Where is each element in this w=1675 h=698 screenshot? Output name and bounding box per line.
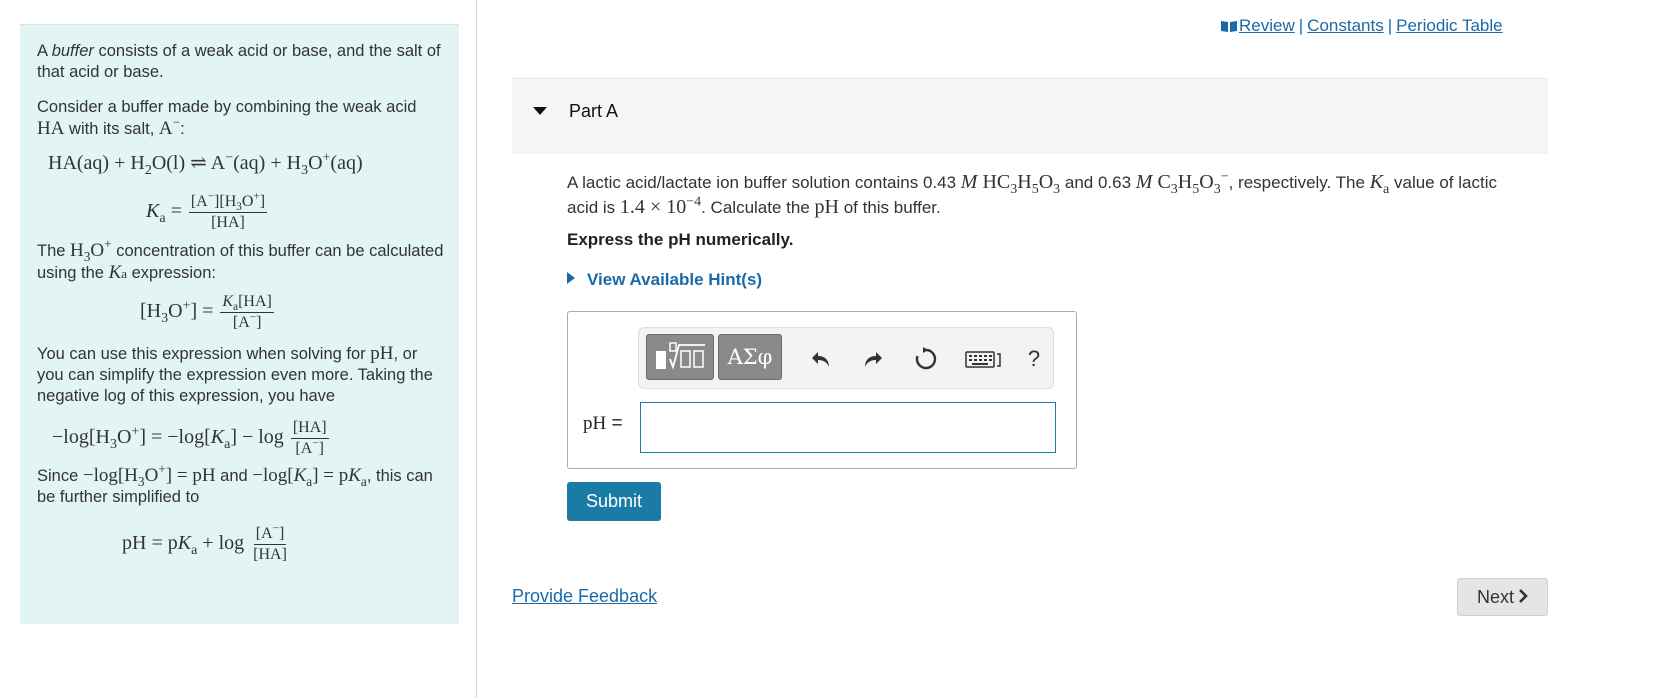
- intro-paragraph-1: A buffer consists of a weak acid or base…: [37, 41, 447, 83]
- ka-equation: Ka = [A−][H3O+] [HA]: [146, 190, 268, 231]
- intro-text: Since: [37, 467, 83, 485]
- panel-divider: [476, 0, 477, 698]
- provide-feedback-link[interactable]: Provide Feedback: [512, 586, 657, 607]
- link-separator: |: [1298, 16, 1304, 35]
- part-header[interactable]: Part A: [512, 78, 1548, 154]
- part-title: Part A: [569, 101, 619, 121]
- review-link[interactable]: Review: [1239, 16, 1295, 35]
- intro-paragraph-2: Consider a buffer made by combining the …: [37, 98, 417, 139]
- instruction-text: Express the pH numerically.: [567, 230, 794, 249]
- intro-text: and: [215, 467, 253, 485]
- symbols-button[interactable]: ΑΣφ: [718, 334, 782, 380]
- question-text-fragment: and 0.63: [1060, 173, 1136, 192]
- reset-icon[interactable]: [913, 346, 939, 372]
- intro-paragraph-3: The H3O+ concentration of this buffer ca…: [37, 236, 444, 283]
- templates-button[interactable]: [646, 334, 714, 380]
- link-separator: |: [1387, 16, 1393, 35]
- question-text-fragment: , respectively. The: [1228, 173, 1370, 192]
- next-label: Next: [1476, 586, 1514, 607]
- hint-label: View Available Hint(s): [587, 270, 763, 289]
- intro-emphasis: buffer: [51, 42, 94, 60]
- undo-icon[interactable]: [808, 346, 834, 372]
- constants-link[interactable]: Constants: [1307, 16, 1384, 35]
- top-links: Review | Constants | Periodic Table: [1221, 16, 1503, 36]
- intro-text: with its salt,: [64, 120, 159, 138]
- answer-label: pH =: [583, 413, 623, 435]
- submit-button[interactable]: Submit: [567, 482, 661, 521]
- help-icon[interactable]: ?: [1021, 346, 1047, 372]
- book-icon: [1221, 17, 1237, 32]
- periodic-table-link[interactable]: Periodic Table: [1396, 16, 1502, 35]
- answer-equals: =: [611, 413, 623, 434]
- intro-text: consists of a weak acid or base, and the…: [37, 42, 441, 81]
- templates-icon: [656, 342, 705, 370]
- question-text: A lactic acid/lactate ion buffer solutio…: [567, 169, 1497, 218]
- view-hints-toggle[interactable]: View Available Hint(s): [567, 270, 762, 290]
- math-toolbar: ΑΣφ ?: [638, 327, 1054, 389]
- keyboard-icon[interactable]: [965, 346, 1003, 372]
- intro-text: A: [37, 42, 52, 60]
- question-text-fragment: . Calculate the: [701, 198, 815, 217]
- log-equation: −log[H3O+] = −log[Ka] − log [HA] [A−]: [52, 419, 329, 457]
- caret-down-icon[interactable]: [532, 104, 548, 118]
- ph-answer-input[interactable]: [640, 402, 1056, 453]
- caret-right-icon: [567, 272, 575, 284]
- intro-text: You can use this expression when solving…: [37, 345, 371, 363]
- next-button[interactable]: Next: [1457, 578, 1548, 616]
- question-text-fragment: of this buffer.: [838, 198, 941, 217]
- answer-box: ΑΣφ ? pH =: [567, 311, 1077, 469]
- intro-paragraph-5: Since −log[H3O+] = pH and −log[Ka] = pKa…: [37, 461, 433, 506]
- intro-text: Consider a buffer made by combining the …: [37, 98, 417, 116]
- henderson-hasselbalch-equation: pH = pKa + log [A−] [HA]: [122, 522, 287, 563]
- redo-icon[interactable]: [860, 346, 886, 372]
- intro-text: The: [37, 242, 71, 260]
- question-text-fragment: A lactic acid/lactate ion buffer solutio…: [567, 173, 961, 192]
- equilibrium-equation: HA(aq) + H2O(l) ⇌ A−(aq) + H3O+(aq): [48, 150, 363, 178]
- intro-paragraph-4: You can use this expression when solving…: [37, 343, 433, 405]
- h3o-equation: [H3O+] = Ka[HA] [A−]: [140, 293, 274, 331]
- intro-panel: A buffer consists of a weak acid or base…: [20, 24, 459, 624]
- intro-text: expression:: [127, 264, 216, 282]
- chevron-right-icon: [1518, 587, 1528, 608]
- answer-label-text: pH: [583, 413, 607, 434]
